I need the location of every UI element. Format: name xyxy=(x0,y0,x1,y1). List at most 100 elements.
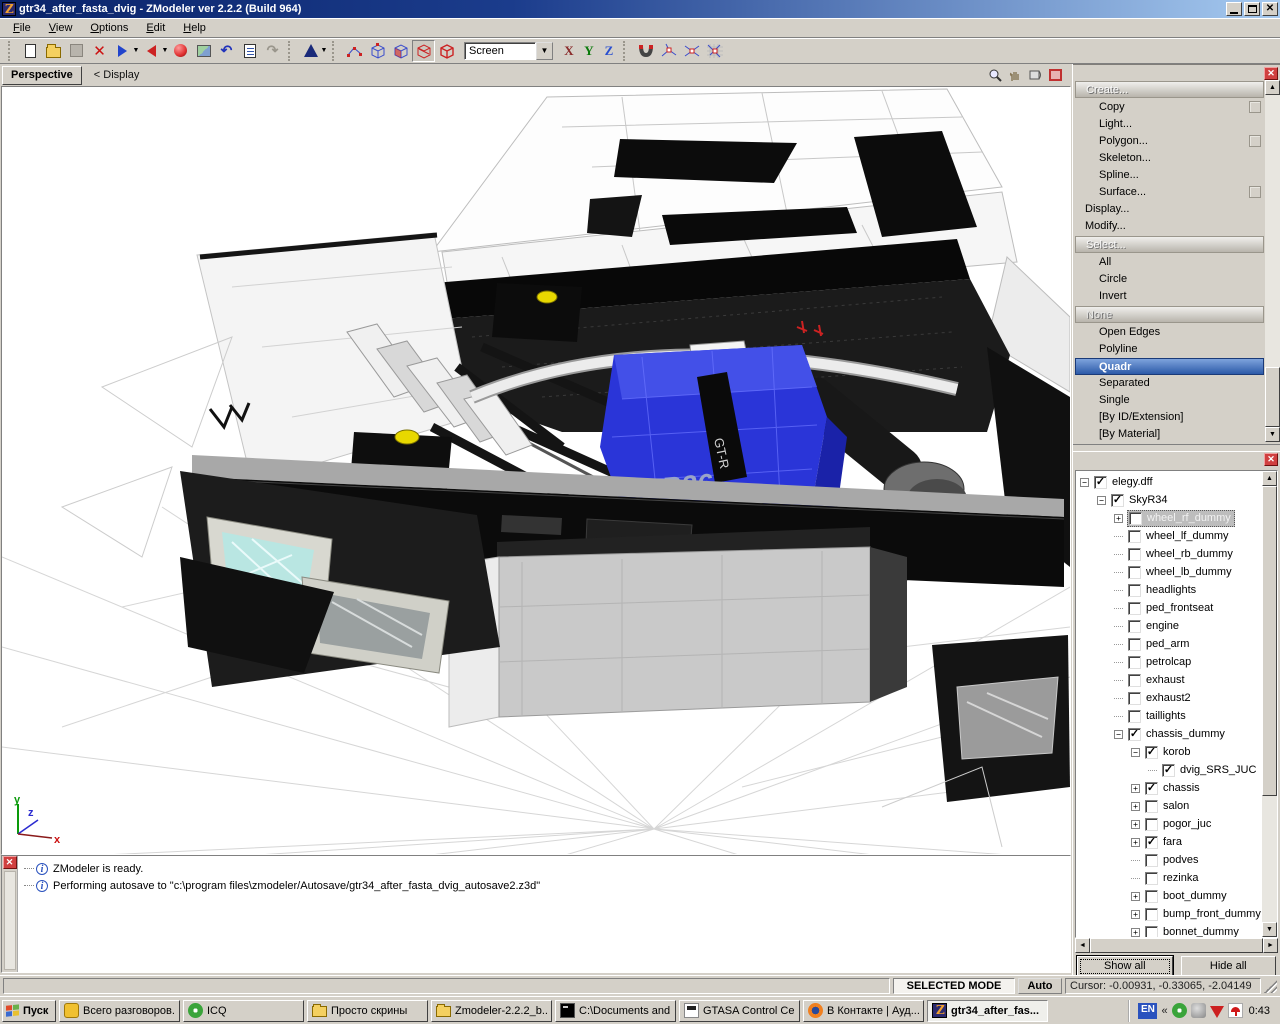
tree-node-petrolcap[interactable]: petrolcap xyxy=(1076,653,1262,671)
tree-expand-icon[interactable]: + xyxy=(1131,801,1140,811)
tree-node-label-area[interactable]: ✓ elegy.dff xyxy=(1093,475,1156,490)
tree-node-skyr34[interactable]: − ✓ SkyR34 xyxy=(1076,491,1262,509)
tree-hscrollbar[interactable]: ◄ ► xyxy=(1075,938,1278,953)
panel-item-separated[interactable]: Separated xyxy=(1075,375,1264,392)
avira-umbrella-icon[interactable] xyxy=(1227,1003,1243,1018)
visibility-checkbox[interactable] xyxy=(1128,619,1141,633)
tree-node-elegy-dff[interactable]: − ✓ elegy.dff xyxy=(1076,473,1262,491)
task-button-просто-скрины[interactable]: Просто скрины xyxy=(307,999,428,1022)
task-button-gtasa-control-ce[interactable]: GTASA Control Ce... xyxy=(679,999,800,1022)
tree-expand-icon[interactable]: + xyxy=(1131,891,1140,901)
visibility-checkbox[interactable] xyxy=(1145,871,1158,885)
tree-node-label-area[interactable]: taillights xyxy=(1127,709,1189,724)
tree-node-label-area[interactable]: exhaust xyxy=(1127,673,1188,688)
tree-node-label-area[interactable]: boot_dummy xyxy=(1144,889,1230,904)
edges-mode-icon[interactable] xyxy=(366,40,389,62)
tree-expand-icon[interactable]: + xyxy=(1131,909,1140,919)
tree-node-label-area[interactable]: ✓ chassis_dummy xyxy=(1127,727,1228,742)
tree-node-chassis-dummy[interactable]: − ✓ chassis_dummy xyxy=(1076,725,1262,743)
open-file-icon[interactable] xyxy=(42,40,65,62)
start-button[interactable]: Пуск xyxy=(2,999,56,1022)
tree-node-label-area[interactable]: petrolcap xyxy=(1127,655,1194,670)
undo-icon[interactable]: ↶ xyxy=(215,40,238,62)
tree-node-pogor-juc[interactable]: + pogor_juc xyxy=(1076,815,1262,833)
toolbar-grip[interactable] xyxy=(288,40,295,61)
viewport-breadcrumb[interactable]: < Display xyxy=(88,69,986,81)
export-icon[interactable] xyxy=(140,40,163,62)
visibility-checkbox[interactable]: ✓ xyxy=(1111,493,1124,507)
tree-expand-icon[interactable]: + xyxy=(1131,783,1140,793)
tree-node-label-area[interactable]: bump_front_dummy xyxy=(1144,907,1262,922)
viewport-mode-button[interactable]: Perspective xyxy=(2,65,82,85)
tree-collapse-icon[interactable]: − xyxy=(1114,729,1123,739)
visibility-checkbox[interactable]: ✓ xyxy=(1162,763,1175,777)
tree-scrollbar[interactable]: ▲ ▼ xyxy=(1262,471,1277,937)
panel-item-light[interactable]: Light... xyxy=(1075,116,1264,133)
maximize-button[interactable] xyxy=(1244,2,1260,16)
tree-node-label-area[interactable]: podves xyxy=(1144,853,1201,868)
tree-node-ped-frontseat[interactable]: ped_frontseat xyxy=(1076,599,1262,617)
snap-edge-icon[interactable] xyxy=(680,40,703,62)
delete-icon[interactable]: ✕ xyxy=(88,40,111,62)
panel-item-open-edges[interactable]: Open Edges xyxy=(1075,324,1264,341)
pan-tool-icon[interactable] xyxy=(1006,67,1024,84)
visibility-checkbox[interactable] xyxy=(1145,853,1158,867)
visibility-checkbox[interactable] xyxy=(1129,511,1142,525)
toolbar-grip[interactable] xyxy=(8,40,15,61)
panel-item-display[interactable]: Display... xyxy=(1075,201,1264,218)
save-icon[interactable] xyxy=(65,40,88,62)
panel-item-copy[interactable]: Copy xyxy=(1075,99,1264,116)
hide-all-button[interactable]: Hide all xyxy=(1180,956,1276,977)
close-button[interactable]: ✕ xyxy=(1262,2,1278,16)
task-button-c-documents-and[interactable]: C:\Documents and... xyxy=(555,999,676,1022)
scroll-thumb[interactable] xyxy=(1090,938,1263,953)
tree-node-label-area[interactable]: headlights xyxy=(1127,583,1199,598)
tree-node-fara[interactable]: + ✓ fara xyxy=(1076,833,1262,851)
panel-item-polygon[interactable]: Polygon... xyxy=(1075,133,1264,150)
panel-item-box[interactable] xyxy=(1249,135,1261,147)
resize-grip[interactable] xyxy=(1264,979,1277,993)
visibility-checkbox[interactable]: ✓ xyxy=(1128,727,1141,741)
scroll-up-icon[interactable]: ▲ xyxy=(1265,80,1280,95)
tree-node-label-area[interactable]: ✓ chassis xyxy=(1144,781,1203,796)
polygons-mode-icon[interactable] xyxy=(412,39,435,62)
visibility-checkbox[interactable] xyxy=(1128,547,1141,561)
panel-item-circle[interactable]: Circle xyxy=(1075,271,1264,288)
download-arrow-icon[interactable] xyxy=(1209,1005,1224,1018)
import-icon[interactable] xyxy=(111,40,134,62)
tree-expand-icon[interactable]: + xyxy=(1131,819,1140,829)
panel-section-select[interactable]: Select... xyxy=(1075,236,1264,253)
tree-node-headlights[interactable]: headlights xyxy=(1076,581,1262,599)
visibility-checkbox[interactable] xyxy=(1128,529,1141,543)
visibility-checkbox[interactable] xyxy=(1128,583,1141,597)
tree-expand-icon[interactable]: + xyxy=(1114,513,1123,523)
toolbar-grip[interactable] xyxy=(623,40,630,61)
panel-item-skeleton[interactable]: Skeleton... xyxy=(1075,150,1264,167)
panel-section-create[interactable]: Create... xyxy=(1075,81,1264,98)
faces-mode-icon[interactable] xyxy=(389,40,412,62)
tree-expand-icon[interactable]: + xyxy=(1131,927,1140,937)
visibility-checkbox[interactable] xyxy=(1145,817,1158,831)
menu-file[interactable]: File xyxy=(4,20,40,36)
tree-collapse-icon[interactable]: − xyxy=(1131,747,1140,757)
menu-options[interactable]: Options xyxy=(81,20,137,36)
tree-node-label-area[interactable]: wheel_lf_dummy xyxy=(1127,529,1232,544)
tree-node-taillights[interactable]: taillights xyxy=(1076,707,1262,725)
tree-collapse-icon[interactable]: − xyxy=(1097,495,1106,505)
language-indicator[interactable]: EN xyxy=(1138,1002,1158,1019)
panel-item-all[interactable]: All xyxy=(1075,254,1264,271)
visibility-checkbox[interactable]: ✓ xyxy=(1145,835,1158,849)
menu-view[interactable]: View xyxy=(40,20,82,36)
tree-node-label-area[interactable]: salon xyxy=(1144,799,1192,814)
snap-magnet-icon[interactable] xyxy=(634,40,657,62)
scroll-down-icon[interactable]: ▼ xyxy=(1262,922,1277,937)
axis-z-button[interactable]: Z xyxy=(599,41,619,61)
screen-space-dropdown[interactable]: Screen ▼ xyxy=(464,41,553,60)
vertices-mode-icon[interactable] xyxy=(343,40,366,62)
tree-node-ped-arm[interactable]: ped_arm xyxy=(1076,635,1262,653)
task-button-gtr34-after-fas[interactable]: gtr34_after_fas... xyxy=(927,999,1048,1022)
panel-item-surface[interactable]: Surface... xyxy=(1075,184,1264,201)
visibility-checkbox[interactable] xyxy=(1145,907,1158,921)
visibility-checkbox[interactable]: ✓ xyxy=(1145,745,1158,759)
auto-indicator[interactable]: Auto xyxy=(1018,978,1062,994)
